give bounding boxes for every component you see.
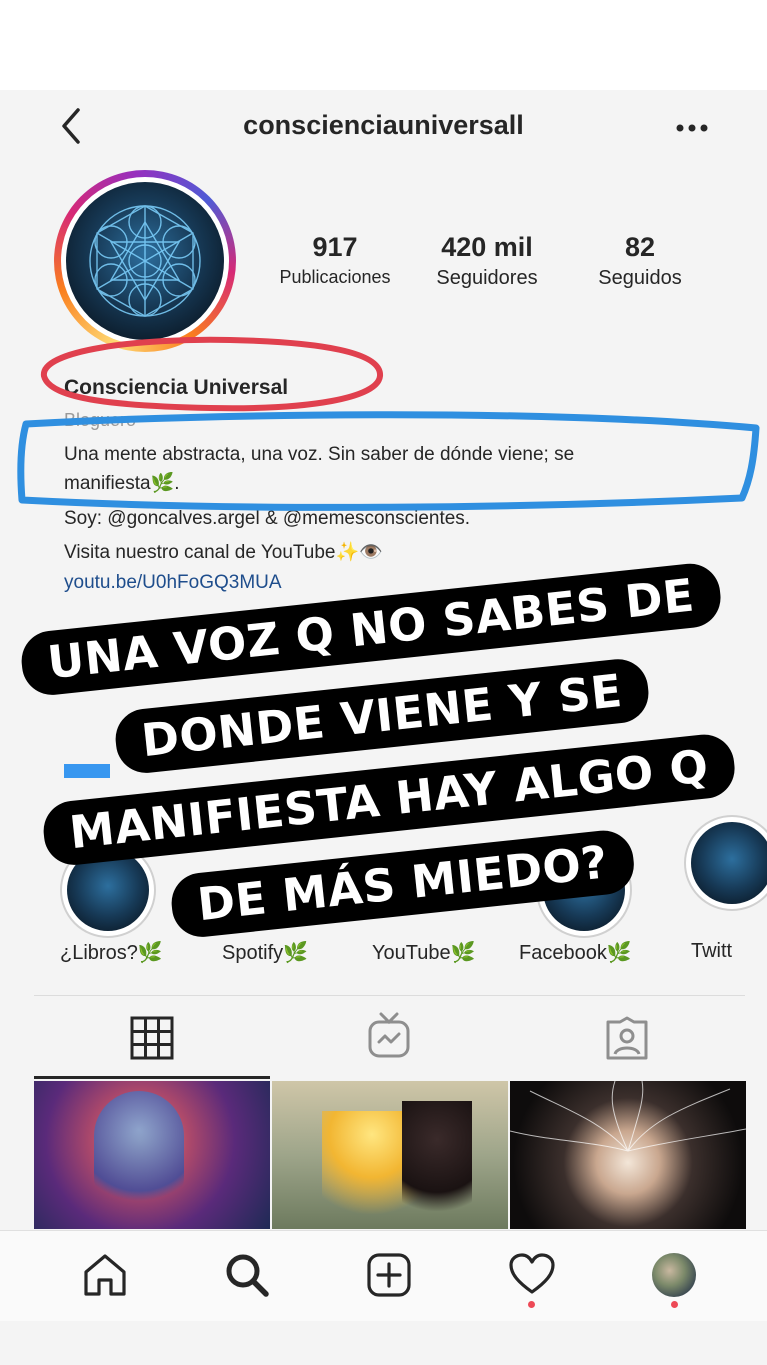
activity-notification-dot bbox=[528, 1301, 535, 1308]
stat-posts[interactable]: 917 Publicaciones bbox=[262, 232, 408, 288]
story-caption: UNA VOZ Q NO SABES DE DONDE VIENE Y SE M… bbox=[0, 560, 767, 960]
post-thumbnail[interactable] bbox=[272, 1081, 508, 1229]
stat-followers-value: 420 mil bbox=[441, 232, 533, 262]
profile-username-title: conscienciauniversall bbox=[243, 110, 524, 140]
profile-tab-avatar[interactable] bbox=[652, 1253, 696, 1297]
more-options-icon[interactable] bbox=[672, 116, 712, 140]
grid-icon[interactable] bbox=[130, 1016, 174, 1060]
home-icon[interactable] bbox=[82, 1252, 128, 1298]
add-post-icon[interactable] bbox=[366, 1252, 412, 1298]
bio-youtube-text: Visita nuestro canal de YouTube✨👁️ bbox=[64, 542, 383, 563]
tagged-icon[interactable] bbox=[604, 1016, 650, 1062]
stat-following-label: Seguidos bbox=[598, 267, 682, 289]
top-white-band bbox=[0, 0, 767, 90]
stat-posts-label: Publicaciones bbox=[279, 267, 391, 287]
profile-avatar-story-ring[interactable] bbox=[54, 170, 236, 352]
stat-followers-label: Seguidores bbox=[436, 267, 538, 289]
igtv-icon[interactable] bbox=[367, 1012, 411, 1060]
tabs-divider bbox=[34, 995, 745, 996]
stat-following-value: 82 bbox=[624, 232, 656, 262]
blue-annotation-rectangle bbox=[17, 411, 760, 511]
search-icon[interactable] bbox=[224, 1252, 270, 1298]
stat-followers[interactable]: 420 mil Seguidores bbox=[414, 232, 560, 290]
instagram-profile-screen: conscienciauniversall 917 Publicaciones … bbox=[0, 0, 767, 1365]
stat-following[interactable]: 82 Seguidos bbox=[570, 232, 710, 290]
post-thumbnail[interactable] bbox=[34, 1081, 270, 1229]
profile-notification-dot bbox=[671, 1301, 678, 1308]
post-thumbnail[interactable] bbox=[510, 1081, 746, 1229]
stat-posts-value: 917 bbox=[312, 232, 358, 262]
active-tab-indicator bbox=[34, 1076, 270, 1079]
activity-heart-icon[interactable] bbox=[508, 1252, 556, 1296]
profile-avatar bbox=[66, 182, 224, 340]
